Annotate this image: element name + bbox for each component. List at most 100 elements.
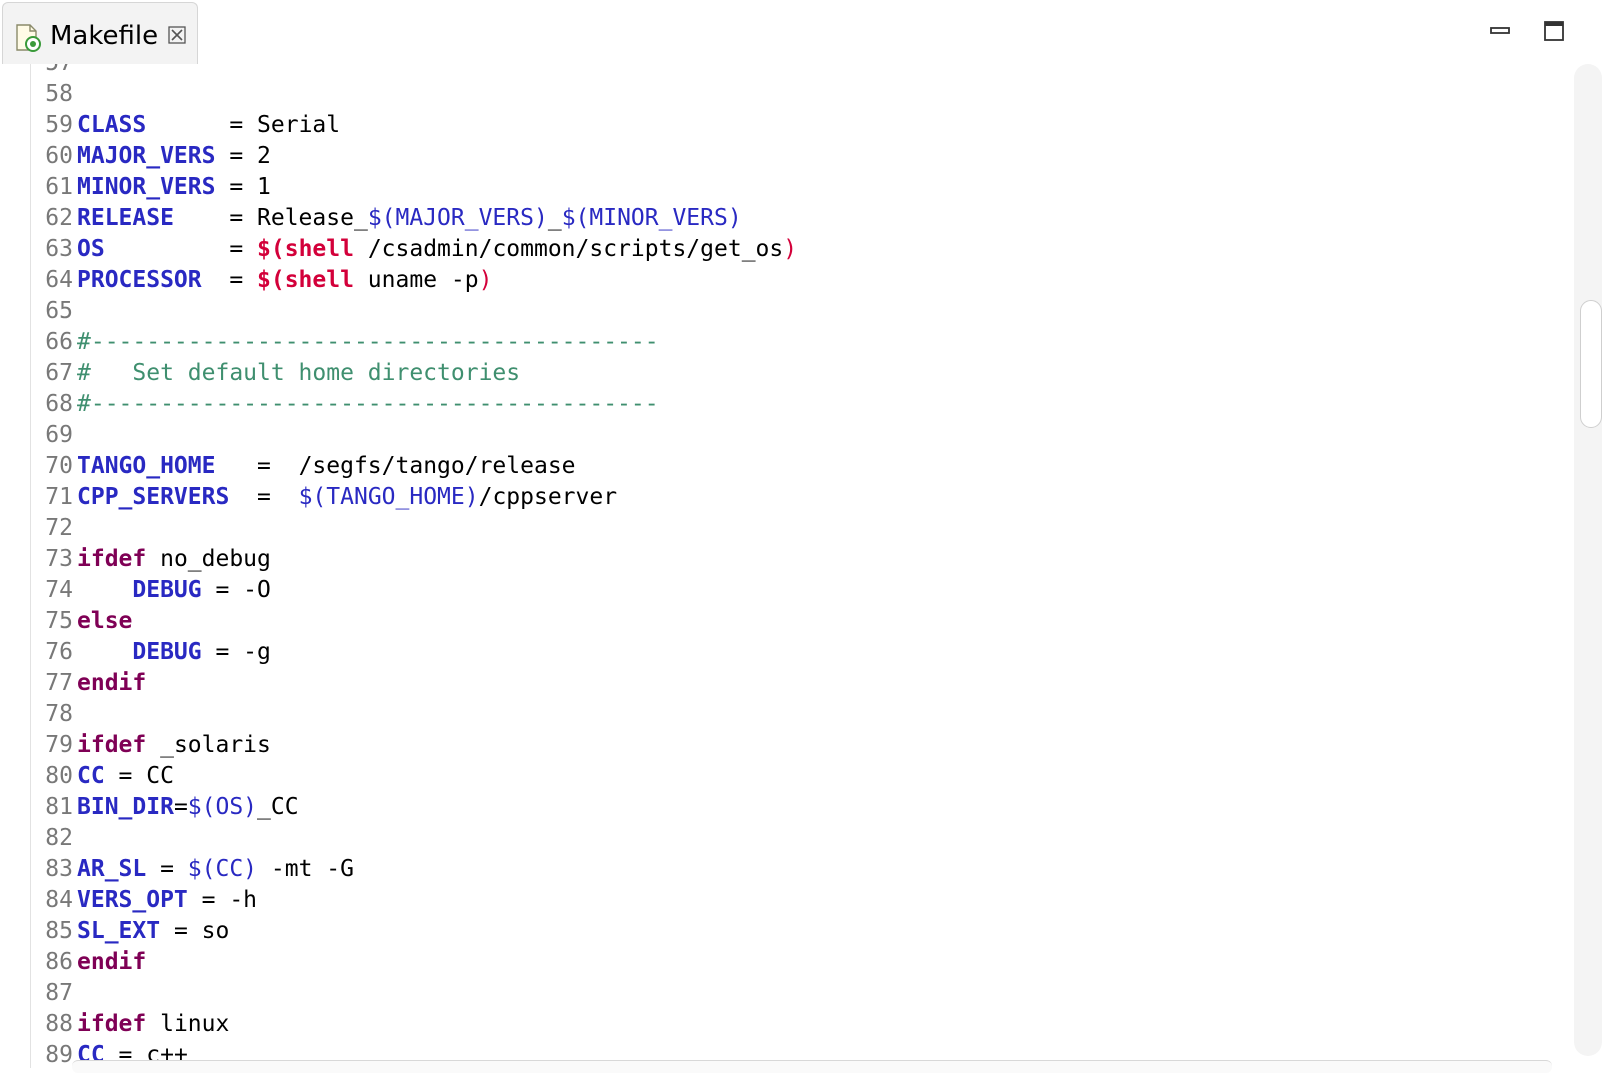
- code-line[interactable]: 81 BIN_DIR=$(OS)_CC: [31, 792, 1531, 823]
- code-token: BIN_DIR: [77, 794, 174, 820]
- code-text: RELEASE = Release_$(MAJOR_VERS)_$(MINOR_…: [77, 203, 742, 234]
- code-text: CPP_SERVERS = $(TANGO_HOME)/cppserver: [77, 482, 617, 513]
- code-line[interactable]: 58: [31, 79, 1531, 110]
- code-line[interactable]: 65: [31, 296, 1531, 327]
- code-line[interactable]: 71 CPP_SERVERS = $(TANGO_HOME)/cppserver: [31, 482, 1531, 513]
- code-token: CLASS: [77, 112, 147, 138]
- line-number: 66: [45, 329, 73, 355]
- editor-tab-bar: Makefile: [0, 0, 1604, 64]
- code-line[interactable]: 59 CLASS = Serial: [31, 110, 1531, 141]
- line-number: 89: [45, 1042, 73, 1068]
- code-line[interactable]: 74 DEBUG = -O: [31, 575, 1531, 606]
- code-line[interactable]: 72: [31, 513, 1531, 544]
- code-line[interactable]: 80 CC = CC: [31, 761, 1531, 792]
- code-token: =: [201, 267, 258, 293]
- line-number: 75: [45, 608, 73, 634]
- code-token: =: [146, 856, 188, 882]
- code-editor[interactable]: 575859CLASS = Serial60MAJOR_VERS = 261MI…: [30, 64, 1573, 1068]
- code-token: ifdef: [77, 1011, 147, 1037]
- code-line[interactable]: 63 OS = $(shell /csadmin/common/scripts/g…: [31, 234, 1531, 265]
- line-number: 86: [45, 949, 73, 975]
- line-number: 59: [45, 112, 73, 138]
- code-line[interactable]: 85 SL_EXT = so: [31, 916, 1531, 947]
- code-line[interactable]: 83 AR_SL = $(CC) -mt -G: [31, 854, 1531, 885]
- line-number: 70: [45, 453, 73, 479]
- code-token: CC: [77, 763, 105, 789]
- code-token: no_debug: [146, 546, 271, 572]
- code-text: MINOR_VERS = 1: [77, 172, 271, 203]
- scrollbar-thumb[interactable]: [1580, 300, 1602, 428]
- code-line[interactable]: 62 RELEASE = Release_$(MAJOR_VERS)_$(MINO…: [31, 203, 1531, 234]
- code-text: ifdef no_debug: [77, 544, 271, 575]
- code-line[interactable]: 77 endif: [31, 668, 1531, 699]
- line-number: 87: [45, 980, 73, 1006]
- code-line[interactable]: 86 endif: [31, 947, 1531, 978]
- minimize-icon[interactable]: [1488, 18, 1514, 44]
- line-number: 88: [45, 1011, 73, 1037]
- code-line[interactable]: 60 MAJOR_VERS = 2: [31, 141, 1531, 172]
- code-token: $(OS): [187, 794, 258, 820]
- code-token: ): [783, 236, 798, 262]
- code-line[interactable]: 84 VERS_OPT = -h: [31, 885, 1531, 916]
- code-line[interactable]: 87: [31, 978, 1531, 1009]
- code-token: linux: [146, 1011, 230, 1037]
- code-line[interactable]: 70 TANGO_HOME = /segfs/tango/release: [31, 451, 1531, 482]
- code-token: = -g: [201, 639, 271, 665]
- code-line[interactable]: 75 else: [31, 606, 1531, 637]
- code-text: DEBUG = -O: [77, 575, 271, 606]
- code-line[interactable]: 66 #-------------------------------------…: [31, 327, 1531, 358]
- line-number: 83: [45, 856, 73, 882]
- code-token: = Release_: [173, 205, 368, 231]
- vertical-scrollbar[interactable]: [1574, 64, 1602, 1056]
- code-token: #---------------------------------------…: [77, 391, 659, 417]
- code-line[interactable]: 69: [31, 420, 1531, 451]
- close-icon[interactable]: [167, 25, 187, 45]
- code-token: endif: [77, 949, 147, 975]
- code-token: $(shell: [257, 267, 354, 293]
- code-line[interactable]: 64 PROCESSOR = $(shell uname -p): [31, 265, 1531, 296]
- code-text: ifdef linux: [77, 1009, 229, 1040]
- code-token: $(CC): [187, 856, 258, 882]
- horizontal-scrollbar[interactable]: [72, 1060, 1552, 1073]
- code-text: DEBUG = -g: [77, 637, 271, 668]
- code-text: OS = $(shell /csadmin/common/scripts/get…: [77, 234, 797, 265]
- code-token: = -O: [201, 577, 271, 603]
- code-token: else: [77, 608, 133, 634]
- code-token: = so: [160, 918, 230, 944]
- code-token: $(shell: [257, 236, 354, 262]
- code-line[interactable]: 67 # Set default home directories: [31, 358, 1531, 389]
- code-text: #---------------------------------------…: [77, 389, 659, 420]
- code-line[interactable]: 76 DEBUG = -g: [31, 637, 1531, 668]
- line-number: 72: [45, 515, 73, 541]
- code-token: = -h: [187, 887, 258, 913]
- tab-makefile[interactable]: Makefile: [2, 2, 198, 64]
- code-line[interactable]: 78: [31, 699, 1531, 730]
- code-line[interactable]: 88 ifdef linux: [31, 1009, 1531, 1040]
- code-token: uname -p: [353, 267, 479, 293]
- code-line[interactable]: 57: [31, 64, 1531, 79]
- code-token: PROCESSOR: [77, 267, 202, 293]
- line-number: 64: [45, 267, 73, 293]
- code-line[interactable]: 82: [31, 823, 1531, 854]
- line-number: 78: [45, 701, 73, 727]
- line-number: 63: [45, 236, 73, 262]
- code-line[interactable]: 61 MINOR_VERS = 1: [31, 172, 1531, 203]
- code-line[interactable]: 79 ifdef _solaris: [31, 730, 1531, 761]
- line-number: 85: [45, 918, 73, 944]
- code-token: /cppserver: [478, 484, 618, 510]
- code-line[interactable]: 73 ifdef no_debug: [31, 544, 1531, 575]
- code-token: = Serial: [146, 112, 341, 138]
- code-line[interactable]: 68 #-------------------------------------…: [31, 389, 1531, 420]
- maximize-icon[interactable]: [1542, 18, 1568, 44]
- line-number: 82: [45, 825, 73, 851]
- code-token: AR_SL: [77, 856, 147, 882]
- code-token: =: [173, 794, 188, 820]
- code-token: $(TANGO_HOME): [298, 484, 479, 510]
- code-token: _solaris: [146, 732, 271, 758]
- code-text: endif: [77, 947, 146, 978]
- line-number: 60: [45, 143, 73, 169]
- code-lines: 575859CLASS = Serial60MAJOR_VERS = 261MI…: [31, 64, 1531, 1068]
- code-text: # Set default home directories: [77, 358, 520, 389]
- code-text: CLASS = Serial: [77, 110, 340, 141]
